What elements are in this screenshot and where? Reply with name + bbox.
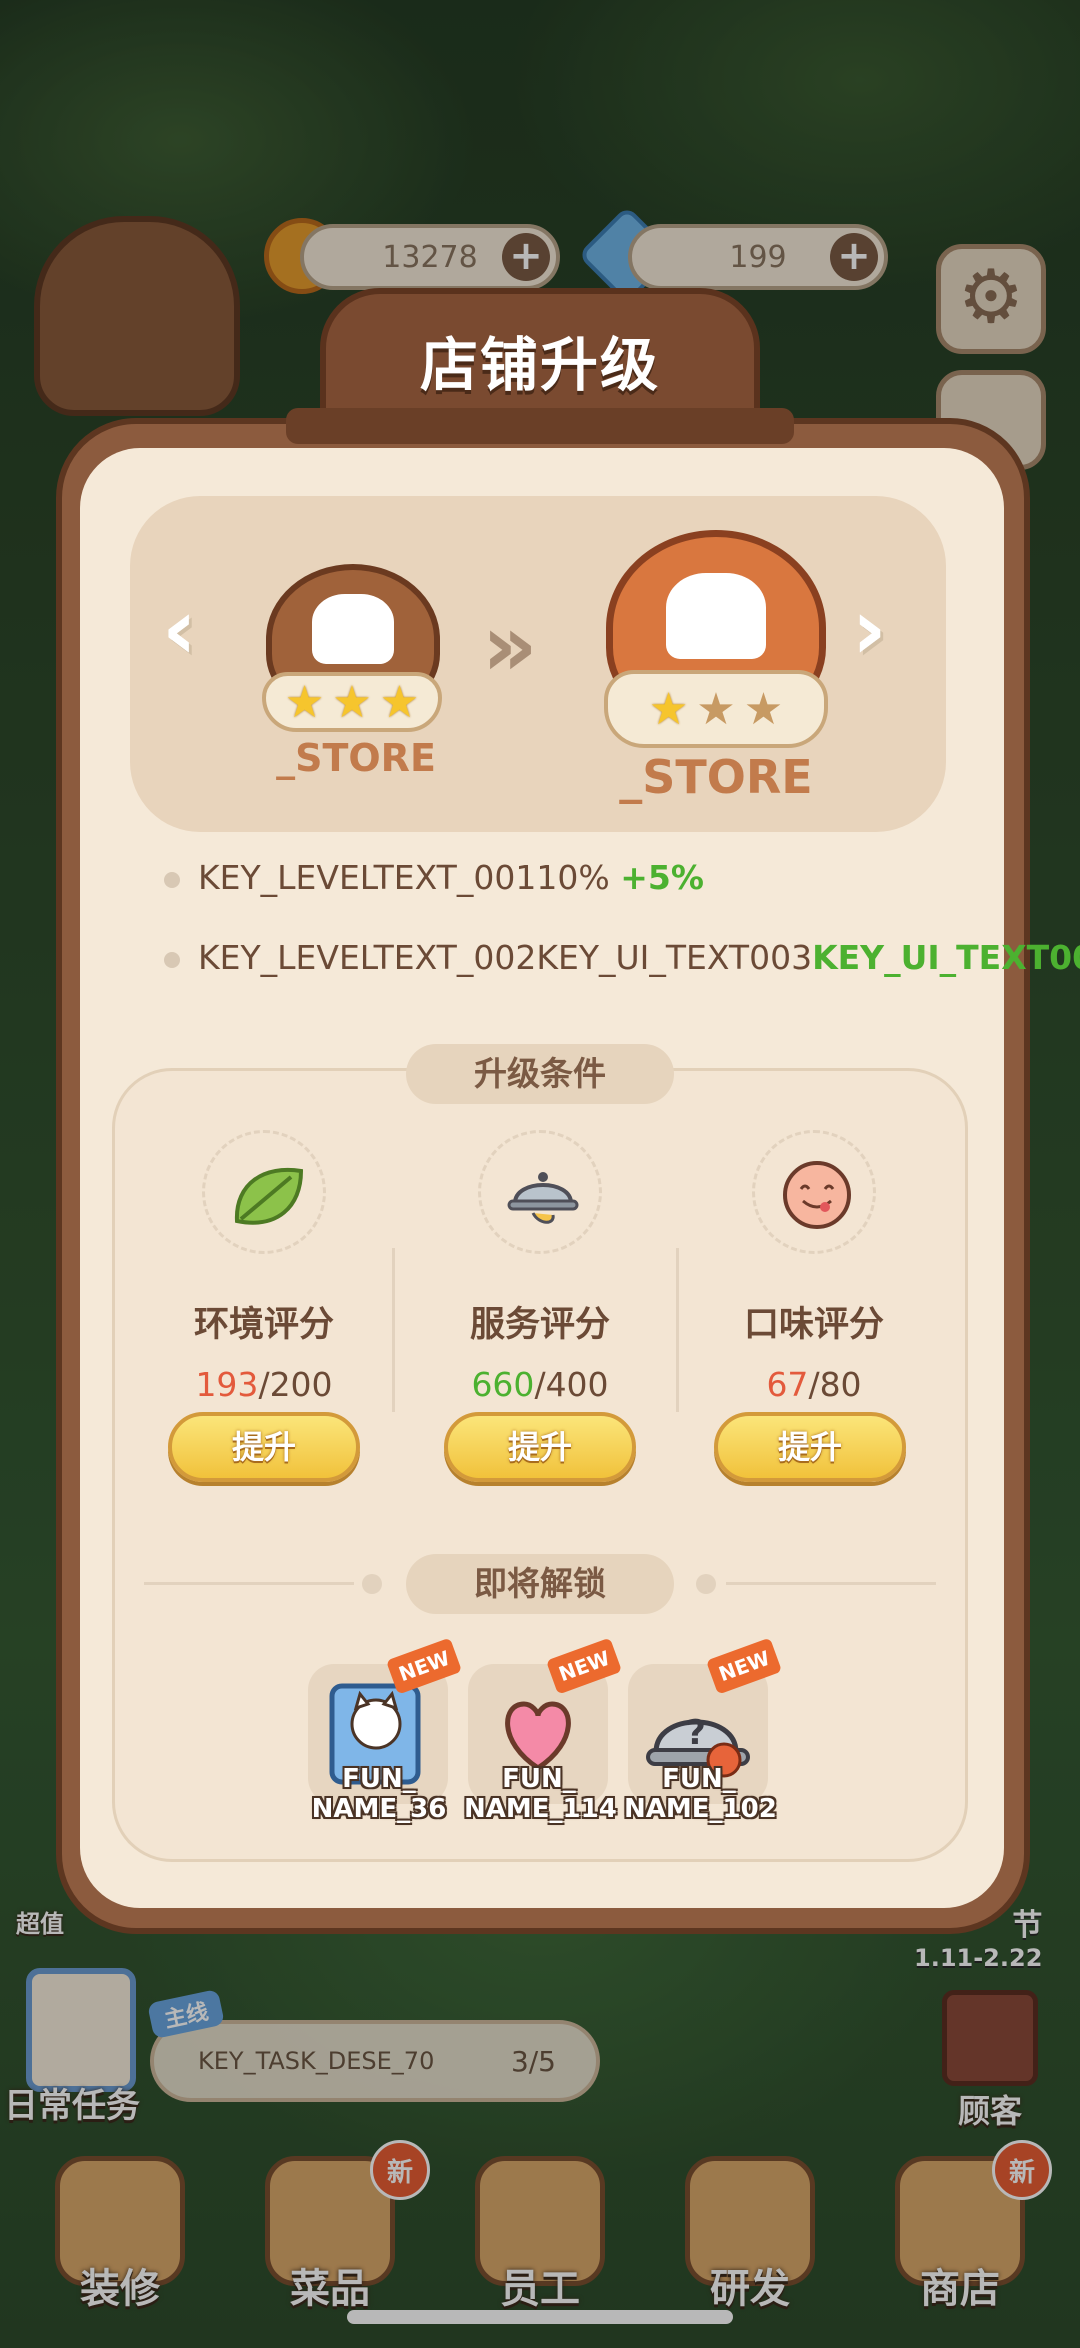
star-icon: ★ <box>332 676 372 728</box>
star-empty-icon: ★ <box>743 683 784 735</box>
divider <box>676 1248 679 1412</box>
conditions-title: 升级条件 <box>406 1044 674 1104</box>
next-level-arrow-icon[interactable]: › <box>852 580 887 678</box>
upgrade-arrow-icon: » <box>482 596 537 696</box>
condition-sep: / <box>808 1365 820 1404</box>
svg-text:?: ? <box>686 1713 706 1753</box>
current-stars: ★ ★ ★ <box>262 672 442 732</box>
condition-sep: / <box>258 1365 270 1404</box>
condition-name: 环境评分 <box>193 1305 334 1345</box>
info-value: KEY_UI_TEXT003 <box>536 938 813 977</box>
unlock-name-3: FUN_ NAME_102 <box>624 1764 777 1824</box>
divider <box>726 1582 936 1585</box>
boost-service-button[interactable]: 提升 <box>444 1412 636 1482</box>
unlock-title: 即将解锁 <box>406 1554 674 1614</box>
bullet-dot <box>164 951 180 968</box>
divider-dot <box>696 1574 716 1594</box>
chef-hat-icon <box>666 573 766 659</box>
condition-current: 660 <box>471 1365 535 1404</box>
unlock-name-line: NAME_36 <box>311 1794 447 1824</box>
leaf-icon <box>202 1130 326 1254</box>
condition-taste: 口味评分 67/80 <box>694 1130 934 1404</box>
condition-name: 口味评分 <box>743 1305 884 1345</box>
info-key: KEY_LEVELTEXT_001 <box>198 858 537 897</box>
unlock-name-line: NAME_102 <box>624 1794 777 1824</box>
info-bonus: +5% <box>620 858 704 897</box>
divider <box>392 1248 395 1412</box>
condition-name: 服务评分 <box>469 1305 610 1345</box>
condition-current: 193 <box>195 1365 259 1404</box>
unlock-name-line: NAME_114 <box>464 1794 617 1824</box>
unlock-name-2: FUN_ NAME_114 <box>464 1764 617 1824</box>
condition-current: 67 <box>766 1365 809 1404</box>
condition-value: 660/400 <box>420 1365 660 1404</box>
divider-dot <box>362 1574 382 1594</box>
star-icon: ★ <box>284 676 325 728</box>
condition-environment: 环境评分 193/200 <box>144 1130 384 1404</box>
prev-level-arrow-icon[interactable]: ‹ <box>162 580 197 678</box>
unlock-name-1: FUN_ NAME_36 <box>304 1764 454 1824</box>
next-store-label: _STORE <box>619 750 813 804</box>
next-stars: ★ ★ ★ <box>604 670 828 748</box>
divider <box>144 1582 354 1585</box>
chef-hat-icon <box>312 594 394 664</box>
level-info-line-1: KEY_LEVELTEXT_00110% +5% <box>164 858 704 897</box>
boost-taste-button[interactable]: 提升 <box>714 1412 906 1482</box>
level-info-line-2: KEY_LEVELTEXT_002KEY_UI_TEXT003KEY_UI_TE… <box>164 938 1080 977</box>
bullet-dot <box>164 871 180 888</box>
cloche-icon <box>478 1130 602 1254</box>
condition-value: 193/200 <box>144 1365 384 1404</box>
condition-sep: / <box>534 1365 546 1404</box>
condition-target: 400 <box>545 1365 609 1404</box>
star-icon: ★ <box>379 676 420 728</box>
condition-value: 67/80 <box>694 1365 934 1404</box>
info-bonus: KEY_UI_TEXT00 <box>812 938 1080 977</box>
star-empty-icon: ★ <box>696 683 736 735</box>
star-icon: ★ <box>648 683 689 735</box>
dialog-title: 店铺升级 <box>419 331 660 399</box>
boost-environment-button[interactable]: 提升 <box>168 1412 360 1482</box>
yummy-face-icon <box>752 1130 876 1254</box>
unlock-name-line: FUN_ <box>662 1764 736 1794</box>
unlock-name-line: FUN_ <box>502 1764 576 1794</box>
info-value: 10% <box>536 858 610 897</box>
condition-target: 200 <box>269 1365 333 1404</box>
unlock-name-line: FUN_ <box>342 1764 416 1794</box>
current-store-label: _STORE <box>276 736 436 780</box>
condition-target: 80 <box>819 1365 862 1404</box>
condition-service: 服务评分 660/400 <box>420 1130 660 1404</box>
info-key: KEY_LEVELTEXT_002 <box>198 938 537 977</box>
